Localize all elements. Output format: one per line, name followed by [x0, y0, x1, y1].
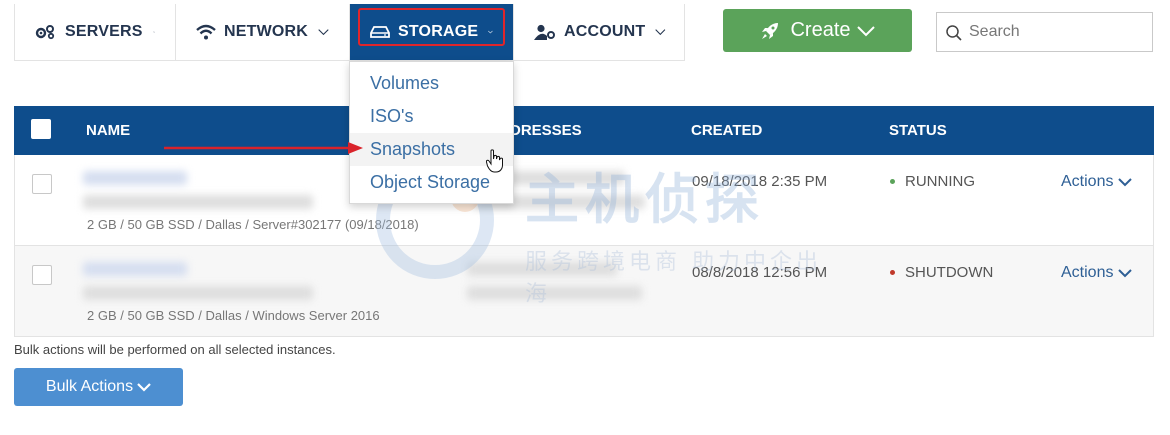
- annotation-arrow-icon: [164, 142, 363, 154]
- nav-account[interactable]: ACCOUNT: [514, 4, 686, 60]
- status-dot-icon: [890, 179, 895, 184]
- redacted-server-name: [83, 262, 187, 276]
- chevron-down-icon: [137, 383, 151, 392]
- create-button-label: Create: [790, 19, 851, 41]
- header-name: NAME: [86, 122, 131, 139]
- highlight-box: [358, 8, 505, 46]
- server-spec: 2 GB / 50 GB SSD / Dallas / Server#30217…: [87, 217, 419, 232]
- chevron-down-icon: [1118, 178, 1133, 187]
- row-checkbox[interactable]: [32, 265, 52, 285]
- gears-icon: [35, 23, 57, 41]
- search-input[interactable]: [969, 23, 1139, 41]
- status-dot-icon: [890, 270, 895, 275]
- wifi-icon: [196, 23, 216, 41]
- nav-storage[interactable]: STORAGE: [350, 4, 514, 60]
- status-badge: SHUTDOWN: [890, 264, 993, 281]
- chevron-down-icon: [152, 31, 155, 33]
- nav-servers-label: SERVERS: [65, 23, 143, 40]
- table-row: 2 GB / 50 GB SSD / Dallas / Windows Serv…: [14, 246, 1154, 337]
- chevron-down-icon: [1118, 269, 1133, 278]
- menu-item-volumes[interactable]: Volumes: [350, 67, 513, 100]
- redacted-hostname: [83, 195, 313, 209]
- chevron-down-icon: [655, 29, 666, 36]
- header-created: CREATED: [691, 122, 763, 139]
- actions-label: Actions: [1061, 173, 1114, 190]
- redacted-hostname: [83, 286, 313, 300]
- nav-servers[interactable]: SERVERS: [15, 4, 176, 60]
- chevron-down-icon: [856, 25, 875, 36]
- bulk-actions-label: Bulk Actions: [45, 378, 134, 395]
- nav-network[interactable]: NETWORK: [176, 4, 350, 60]
- table-row: 2 GB / 50 GB SSD / Dallas / Server#30217…: [14, 155, 1154, 246]
- status-text: RUNNING: [905, 173, 975, 190]
- redacted-ip: [467, 286, 642, 300]
- bulk-actions-button[interactable]: Bulk Actions: [14, 368, 183, 406]
- header-status: STATUS: [889, 122, 947, 139]
- nav-network-label: NETWORK: [224, 23, 309, 40]
- hand-cursor-icon: [486, 149, 503, 173]
- select-all-checkbox[interactable]: [31, 119, 51, 139]
- nav-account-label: ACCOUNT: [564, 23, 646, 40]
- status-badge: RUNNING: [890, 173, 975, 190]
- search-icon: [946, 25, 962, 41]
- header-ip-addresses: DRESSES: [510, 122, 582, 139]
- chevron-down-icon: [318, 29, 329, 36]
- redacted-server-name: [83, 171, 187, 185]
- created-date: 09/18/2018 2:35 PM: [692, 173, 828, 190]
- rocket-icon: [762, 22, 779, 39]
- created-date: 08/8/2018 12:56 PM: [692, 264, 828, 281]
- menu-item-isos[interactable]: ISO's: [350, 100, 513, 133]
- actions-dropdown[interactable]: Actions: [1061, 264, 1133, 282]
- create-button[interactable]: Create: [723, 9, 912, 52]
- top-nav: SERVERS NETWORK STORAGE ACCOUNT: [14, 4, 685, 61]
- bulk-actions-note: Bulk actions will be performed on all se…: [14, 342, 336, 357]
- actions-label: Actions: [1061, 264, 1114, 281]
- status-text: SHUTDOWN: [905, 264, 994, 281]
- storage-dropdown-menu: Volumes ISO's Snapshots Object Storage: [349, 61, 514, 204]
- row-checkbox[interactable]: [32, 174, 52, 194]
- user-settings-icon: [534, 23, 556, 41]
- actions-dropdown[interactable]: Actions: [1061, 173, 1133, 191]
- server-spec: 2 GB / 50 GB SSD / Dallas / Windows Serv…: [87, 308, 380, 323]
- search-box: [936, 12, 1153, 52]
- redacted-ip: [467, 262, 617, 276]
